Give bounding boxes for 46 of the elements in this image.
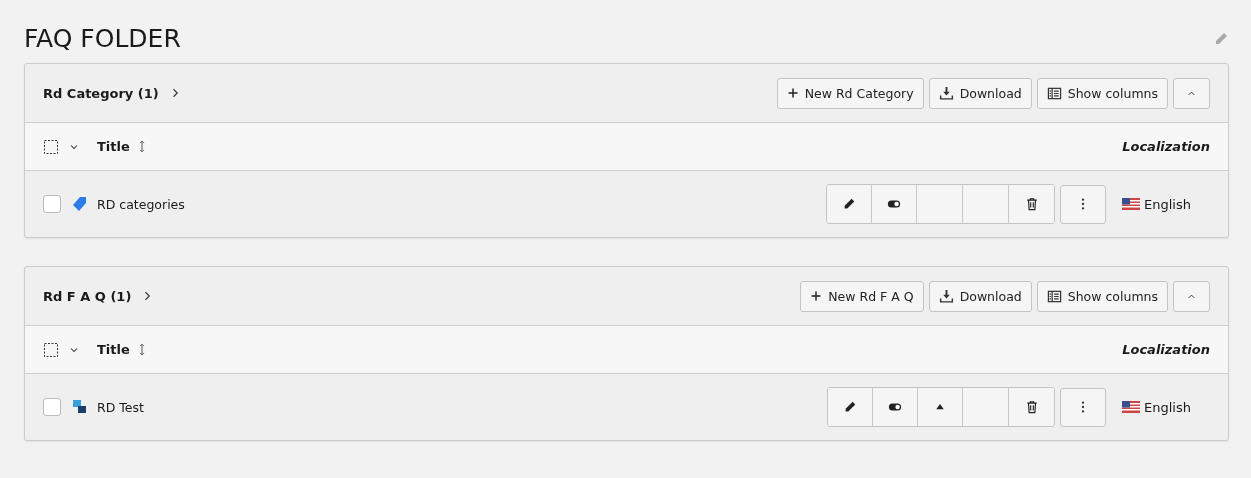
pencil-icon [843,400,858,414]
new-record-button[interactable]: New Rd Category [776,77,924,109]
trash-icon [1024,197,1039,211]
row-checkbox[interactable] [43,398,61,416]
more-button[interactable] [1060,387,1107,427]
columns-icon [1046,288,1062,304]
page-title: FAQ FOLDER [24,24,181,53]
panel-title: Rd Category (1) [43,85,159,101]
flag-icon [1122,198,1141,210]
record-title[interactable]: RD categories [97,196,185,212]
action-button[interactable] [828,388,874,426]
trash-icon [1024,400,1039,414]
show-columns-button[interactable]: Show columns [1036,77,1168,109]
panel-title: Rd F A Q (1) [43,288,132,304]
action-button[interactable] [1009,388,1055,426]
download-icon [938,288,954,304]
more-button[interactable] [1060,184,1107,224]
row-checkbox[interactable] [43,195,61,213]
plus-icon [810,290,823,302]
show-columns-button[interactable]: Show columns [1036,280,1168,312]
pencil-icon [842,197,857,211]
action-button[interactable] [873,388,919,426]
action-button[interactable] [827,185,873,223]
pencil-icon [1213,30,1229,47]
column-header[interactable]: Title [97,342,130,357]
action-button[interactable] [872,185,918,223]
chat-bubbles-icon [72,399,88,415]
collapse-button[interactable] [1173,77,1210,109]
select-all-checkbox-icon [43,138,59,155]
flag-icon [1122,401,1141,413]
column-header: Localization [1122,139,1210,154]
language-label: English [1144,399,1191,415]
action-button[interactable] [1009,185,1055,223]
plus-icon [786,87,799,99]
select-all-checkbox-icon [43,341,59,358]
download-button[interactable]: Download [928,77,1032,109]
columns-icon [1046,85,1062,101]
collapse-button[interactable] [1173,280,1210,312]
record-title[interactable]: RD Test [97,399,144,415]
column-header[interactable]: Title [97,139,130,154]
language-label: English [1144,196,1191,212]
download-button[interactable]: Download [928,280,1032,312]
download-icon [938,85,954,101]
tag-icon [72,196,88,212]
new-record-button[interactable]: New Rd F A Q [800,280,924,312]
column-header: Localization [1122,342,1210,357]
